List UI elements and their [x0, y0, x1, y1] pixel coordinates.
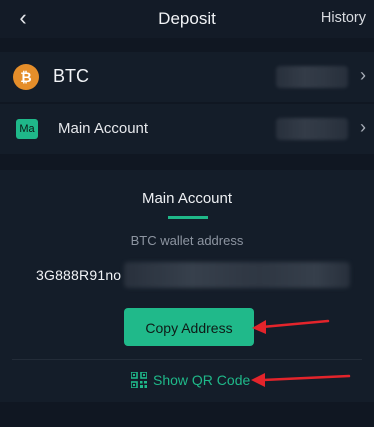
divider	[12, 359, 362, 360]
deposit-address-card: Main Account BTC wallet address 3G888R91…	[0, 170, 374, 402]
title-underline	[168, 216, 208, 219]
bottom-spacer	[0, 402, 374, 427]
bitcoin-icon: ₿	[13, 64, 39, 90]
top-bar: ‹ Deposit History	[0, 0, 374, 38]
redacted-account-value	[276, 118, 348, 140]
annotation-arrow-copy	[252, 319, 330, 334]
show-qr-code-link[interactable]: Show QR Code	[131, 370, 250, 390]
account-icon: Ma	[16, 119, 38, 139]
history-link[interactable]: History	[321, 10, 366, 26]
chevron-right-icon: ›	[360, 117, 366, 137]
address-caption: BTC wallet address	[130, 233, 244, 248]
coin-label: BTC	[53, 66, 89, 86]
redacted-balance	[276, 66, 348, 88]
account-selector-row[interactable]: Ma Main Account ›	[0, 104, 374, 154]
redacted-address	[124, 262, 350, 288]
chevron-right-icon: ›	[360, 65, 366, 85]
copy-address-button[interactable]: Copy Address	[124, 308, 254, 346]
page-title: Deposit	[158, 9, 216, 28]
annotation-arrow-qr	[251, 373, 351, 387]
coin-selector-row[interactable]: ₿ BTC ›	[0, 52, 374, 102]
show-qr-code-label: Show QR Code	[153, 372, 251, 388]
qr-code-icon	[131, 372, 147, 388]
account-label: Main Account	[58, 120, 149, 137]
deposit-screen: ‹ Deposit History ₿ BTC › Ma Main Accoun…	[0, 0, 374, 427]
card-title: Main Account	[141, 190, 233, 207]
wallet-address: 3G888R91no	[36, 267, 122, 283]
